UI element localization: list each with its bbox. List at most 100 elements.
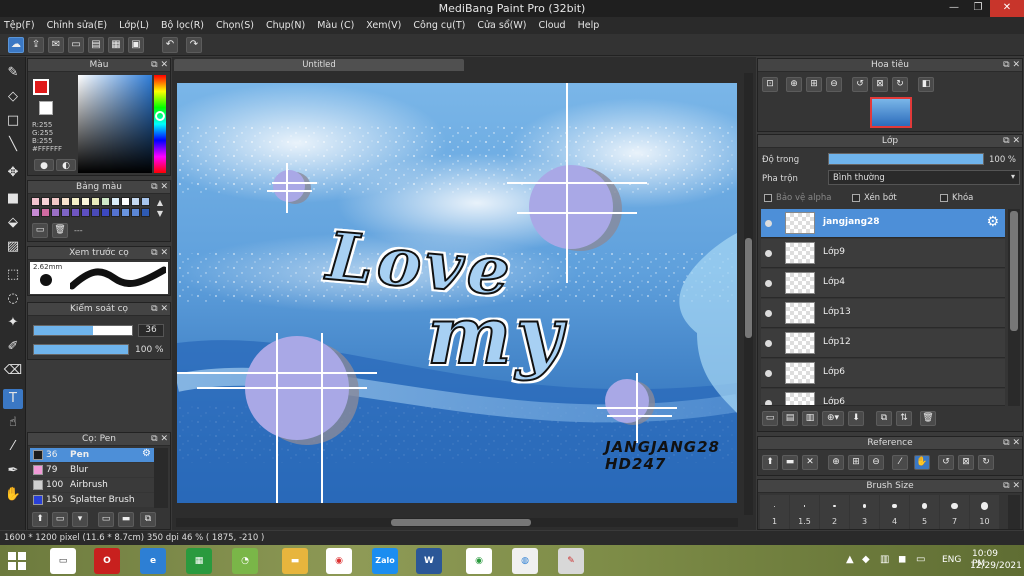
- horizontal-scroll-thumb[interactable]: [391, 519, 531, 526]
- brush-size-preset[interactable]: 10: [970, 495, 999, 529]
- gradient-tool-icon[interactable]: ▨: [3, 237, 23, 257]
- brush-size-preset[interactable]: 5: [910, 495, 939, 529]
- brush-menu-icon[interactable]: ▾: [72, 512, 88, 527]
- redo-icon[interactable]: ↷: [186, 37, 202, 53]
- store-icon[interactable]: ▦: [186, 548, 212, 574]
- chrome-icon[interactable]: ◉: [326, 548, 352, 574]
- paint-icon[interactable]: ✎: [558, 548, 584, 574]
- reference-hand-icon[interactable]: ✋: [914, 455, 930, 470]
- layer-row-lop4[interactable]: Lớp4: [761, 269, 1005, 298]
- menu-edit[interactable]: Chỉnh sửa(E): [47, 20, 108, 31]
- language-indicator[interactable]: ENG: [942, 555, 961, 565]
- ie-icon[interactable]: e: [140, 548, 166, 574]
- foreground-color-swatch[interactable]: [33, 79, 49, 95]
- select-pen-icon[interactable]: ✐: [3, 337, 23, 357]
- layer-move-icon[interactable]: ⇅: [896, 411, 912, 426]
- app-icon[interactable]: ◔: [232, 548, 258, 574]
- palette-swatch[interactable]: [131, 208, 140, 217]
- eraser-tool-icon[interactable]: ◇: [3, 87, 23, 107]
- brush-size-preset[interactable]: 1: [760, 495, 789, 529]
- palette-swatch[interactable]: [41, 197, 50, 206]
- brush-size-preset[interactable]: 3: [850, 495, 879, 529]
- palette-swatch[interactable]: [81, 208, 90, 217]
- windows-start-icon[interactable]: [8, 552, 26, 570]
- blend-mode-select[interactable]: Bình thường ▾: [828, 170, 1020, 185]
- palette-swatch[interactable]: [121, 197, 130, 206]
- eyedropper-icon[interactable]: ⁄: [3, 437, 23, 457]
- coccoc-icon[interactable]: ◉: [466, 548, 492, 574]
- background-color-swatch[interactable]: [39, 101, 53, 115]
- new-brush-icon[interactable]: ▭: [52, 512, 68, 527]
- opera-icon[interactable]: O: [94, 548, 120, 574]
- vpn-icon[interactable]: ◼: [898, 554, 906, 565]
- reference-close-icon[interactable]: ✕: [802, 455, 818, 470]
- visibility-eye-icon[interactable]: [765, 250, 772, 257]
- reference-upload-icon[interactable]: ⬆: [762, 455, 778, 470]
- hue-slider[interactable]: [154, 75, 166, 173]
- tray-expand-icon[interactable]: ▲: [846, 554, 854, 565]
- reference-rotate-reset-icon[interactable]: ⊠: [958, 455, 974, 470]
- operation-tool-icon[interactable]: ☝: [3, 413, 23, 433]
- rotate-reset-icon[interactable]: ⊠: [872, 77, 888, 92]
- shape-tool-icon[interactable]: □: [3, 111, 23, 131]
- palette-swatch[interactable]: [111, 197, 120, 206]
- menu-color[interactable]: Màu (C): [317, 20, 354, 31]
- magic-wand-icon[interactable]: ✦: [3, 313, 23, 333]
- brush-copy-icon[interactable]: ⧉: [140, 512, 156, 527]
- palette-swatch[interactable]: [31, 208, 40, 217]
- menu-file[interactable]: Tệp(F): [4, 20, 35, 31]
- layer-menu-icon[interactable]: ⊕▾: [822, 411, 844, 426]
- palette-swatch[interactable]: [61, 197, 70, 206]
- layer-row-lop13[interactable]: Lớp13: [761, 299, 1005, 328]
- menu-select[interactable]: Chọn(S): [216, 20, 254, 31]
- palette-swatch[interactable]: [101, 197, 110, 206]
- palette-swatch[interactable]: [61, 208, 70, 217]
- reference-zoom-fit-icon[interactable]: ⊞: [848, 455, 864, 470]
- visibility-eye-icon[interactable]: [765, 310, 772, 317]
- brush-size-preset[interactable]: 7: [940, 495, 969, 529]
- palette-swatch[interactable]: [141, 197, 150, 206]
- hue-handle[interactable]: [155, 111, 165, 121]
- medibang-icon[interactable]: ◍: [512, 548, 538, 574]
- new-layer-icon[interactable]: ▭: [762, 411, 778, 426]
- brush-settings-gear-icon[interactable]: ⚙: [142, 448, 151, 459]
- artwork-canvas[interactable]: Love my JANGJANG28 HD247: [177, 83, 737, 503]
- minimize-button[interactable]: —: [942, 0, 966, 17]
- document-tab[interactable]: Untitled: [174, 59, 464, 71]
- brush-size-value[interactable]: 36: [138, 324, 164, 337]
- reference-rotate-right-icon[interactable]: ↻: [978, 455, 994, 470]
- brush-folder-icon[interactable]: ▬: [118, 512, 134, 527]
- canvas-horizontal-scrollbar[interactable]: [176, 518, 738, 527]
- palette-swatch[interactable]: [41, 208, 50, 217]
- battery-icon[interactable]: ▭: [916, 554, 925, 565]
- word-icon[interactable]: W: [416, 548, 442, 574]
- layer-row-lop6-b[interactable]: Lớp6: [761, 389, 1005, 406]
- reference-open-icon[interactable]: ▬: [782, 455, 798, 470]
- panel-close-icon[interactable]: ⧉ ✕: [1003, 59, 1020, 72]
- reference-eyedropper-icon[interactable]: ⁄: [892, 455, 908, 470]
- layer-row-lop6[interactable]: Lớp6: [761, 359, 1005, 388]
- layer-settings-gear-icon[interactable]: ⚙: [986, 214, 999, 230]
- layer-scroll-thumb[interactable]: [1010, 211, 1018, 331]
- brush-size-scrollbar[interactable]: [1008, 495, 1020, 529]
- menu-filter[interactable]: Bộ lọc(R): [161, 20, 204, 31]
- select-tool-icon[interactable]: ⬚: [3, 265, 23, 285]
- palette-swatch[interactable]: [51, 208, 60, 217]
- hand-tool-icon[interactable]: ✋: [3, 485, 23, 505]
- menu-layer[interactable]: Lớp(L): [119, 20, 149, 31]
- palette-swatch[interactable]: [141, 208, 150, 217]
- brush-item-pen[interactable]: 36 Pen ⚙: [30, 448, 154, 462]
- select-eraser-icon[interactable]: ⌫: [3, 361, 23, 381]
- layer-row-lop9[interactable]: Lớp9: [761, 239, 1005, 268]
- network-icon[interactable]: ▥: [880, 554, 889, 565]
- panel-close-icon[interactable]: ⧉ ✕: [1003, 480, 1020, 493]
- menu-window[interactable]: Cửa sổ(W): [477, 20, 526, 31]
- menu-cloud[interactable]: Cloud: [538, 20, 565, 31]
- layer-opacity-slider[interactable]: [828, 153, 984, 165]
- visibility-eye-icon[interactable]: [765, 340, 772, 347]
- panel-close-icon[interactable]: ⧉ ✕: [151, 181, 168, 194]
- add-brush-icon[interactable]: ⬆: [32, 512, 48, 527]
- close-button[interactable]: ✕: [990, 0, 1024, 17]
- panel-close-icon[interactable]: ⧉ ✕: [151, 433, 168, 446]
- merge-down-icon[interactable]: ⬇: [848, 411, 864, 426]
